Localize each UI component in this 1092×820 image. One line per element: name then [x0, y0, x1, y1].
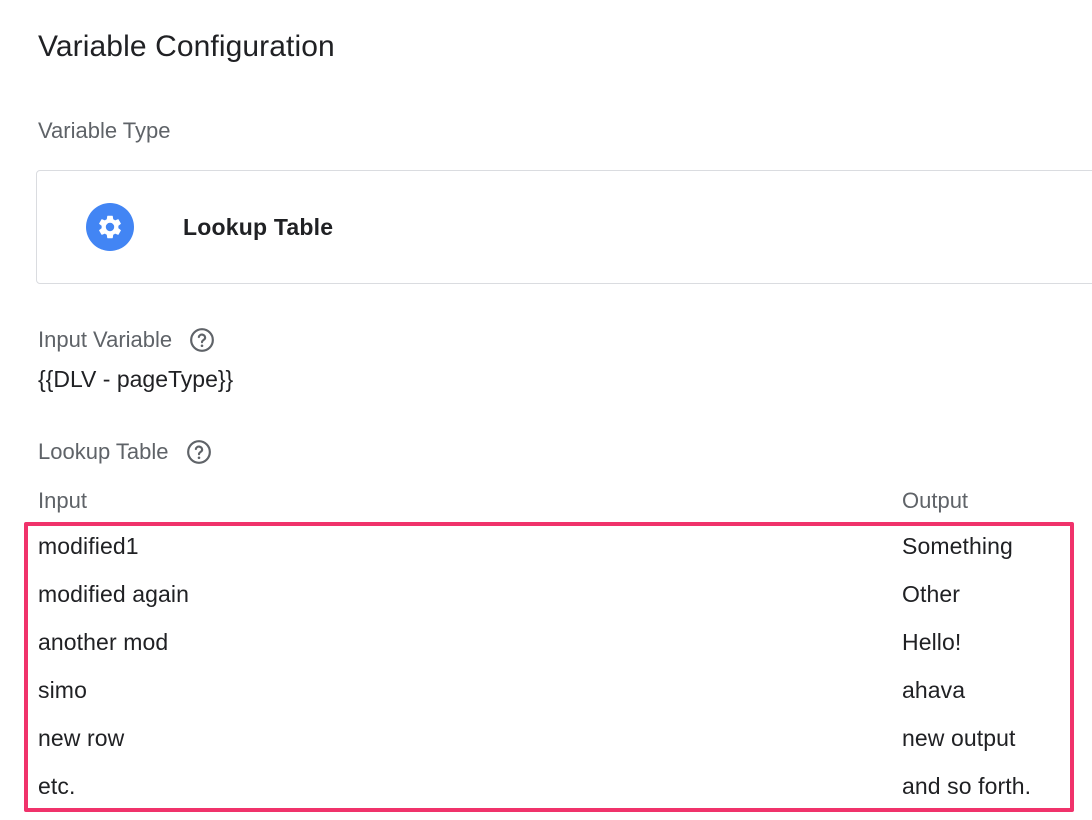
table-row[interactable]: new row new output	[0, 716, 1092, 764]
table-cell-output: ahava	[902, 677, 966, 703]
table-cell-input: modified again	[38, 581, 190, 607]
panel-title: Variable Configuration	[38, 30, 335, 63]
column-header-output: Output	[902, 488, 969, 513]
help-circle-icon[interactable]	[186, 439, 212, 465]
variable-type-label: Variable Type	[38, 120, 171, 142]
variable-type-card[interactable]: Lookup Table	[36, 170, 1092, 284]
column-header-input: Input	[38, 488, 87, 513]
input-variable-value[interactable]: {{DLV - pageType}}	[38, 366, 233, 393]
table-cell-input: new row	[38, 725, 125, 751]
table-row[interactable]: modified1 Something	[0, 524, 1092, 572]
variable-configuration-panel: Variable Configuration Variable Type Loo…	[0, 0, 1092, 820]
table-row[interactable]: etc. and so forth.	[0, 764, 1092, 812]
table-row[interactable]: another mod Hello!	[0, 620, 1092, 668]
input-variable-label: Input Variable	[38, 327, 215, 353]
gear-icon	[86, 203, 134, 251]
table-cell-output: and so forth.	[902, 773, 1032, 799]
input-variable-label-text: Input Variable	[38, 327, 173, 352]
table-cell-output: Something	[902, 533, 1013, 559]
help-circle-icon[interactable]	[189, 327, 215, 353]
table-cell-output: Other	[902, 581, 961, 607]
table-row[interactable]: modified again Other	[0, 572, 1092, 620]
variable-type-name: Lookup Table	[183, 213, 334, 240]
table-cell-input: simo	[38, 677, 87, 703]
lookup-table-body: modified1 Something modified again Other…	[0, 524, 1092, 812]
lookup-table-label: Lookup Table	[38, 439, 212, 465]
table-cell-output: new output	[902, 725, 1016, 751]
lookup-table-label-text: Lookup Table	[38, 439, 169, 464]
variable-type-label-text: Variable Type	[38, 118, 171, 143]
table-cell-input: another mod	[38, 629, 169, 655]
table-cell-input: etc.	[38, 773, 76, 799]
table-cell-input: modified1	[38, 533, 139, 559]
table-cell-output: Hello!	[902, 629, 962, 655]
table-row[interactable]: simo ahava	[0, 668, 1092, 716]
